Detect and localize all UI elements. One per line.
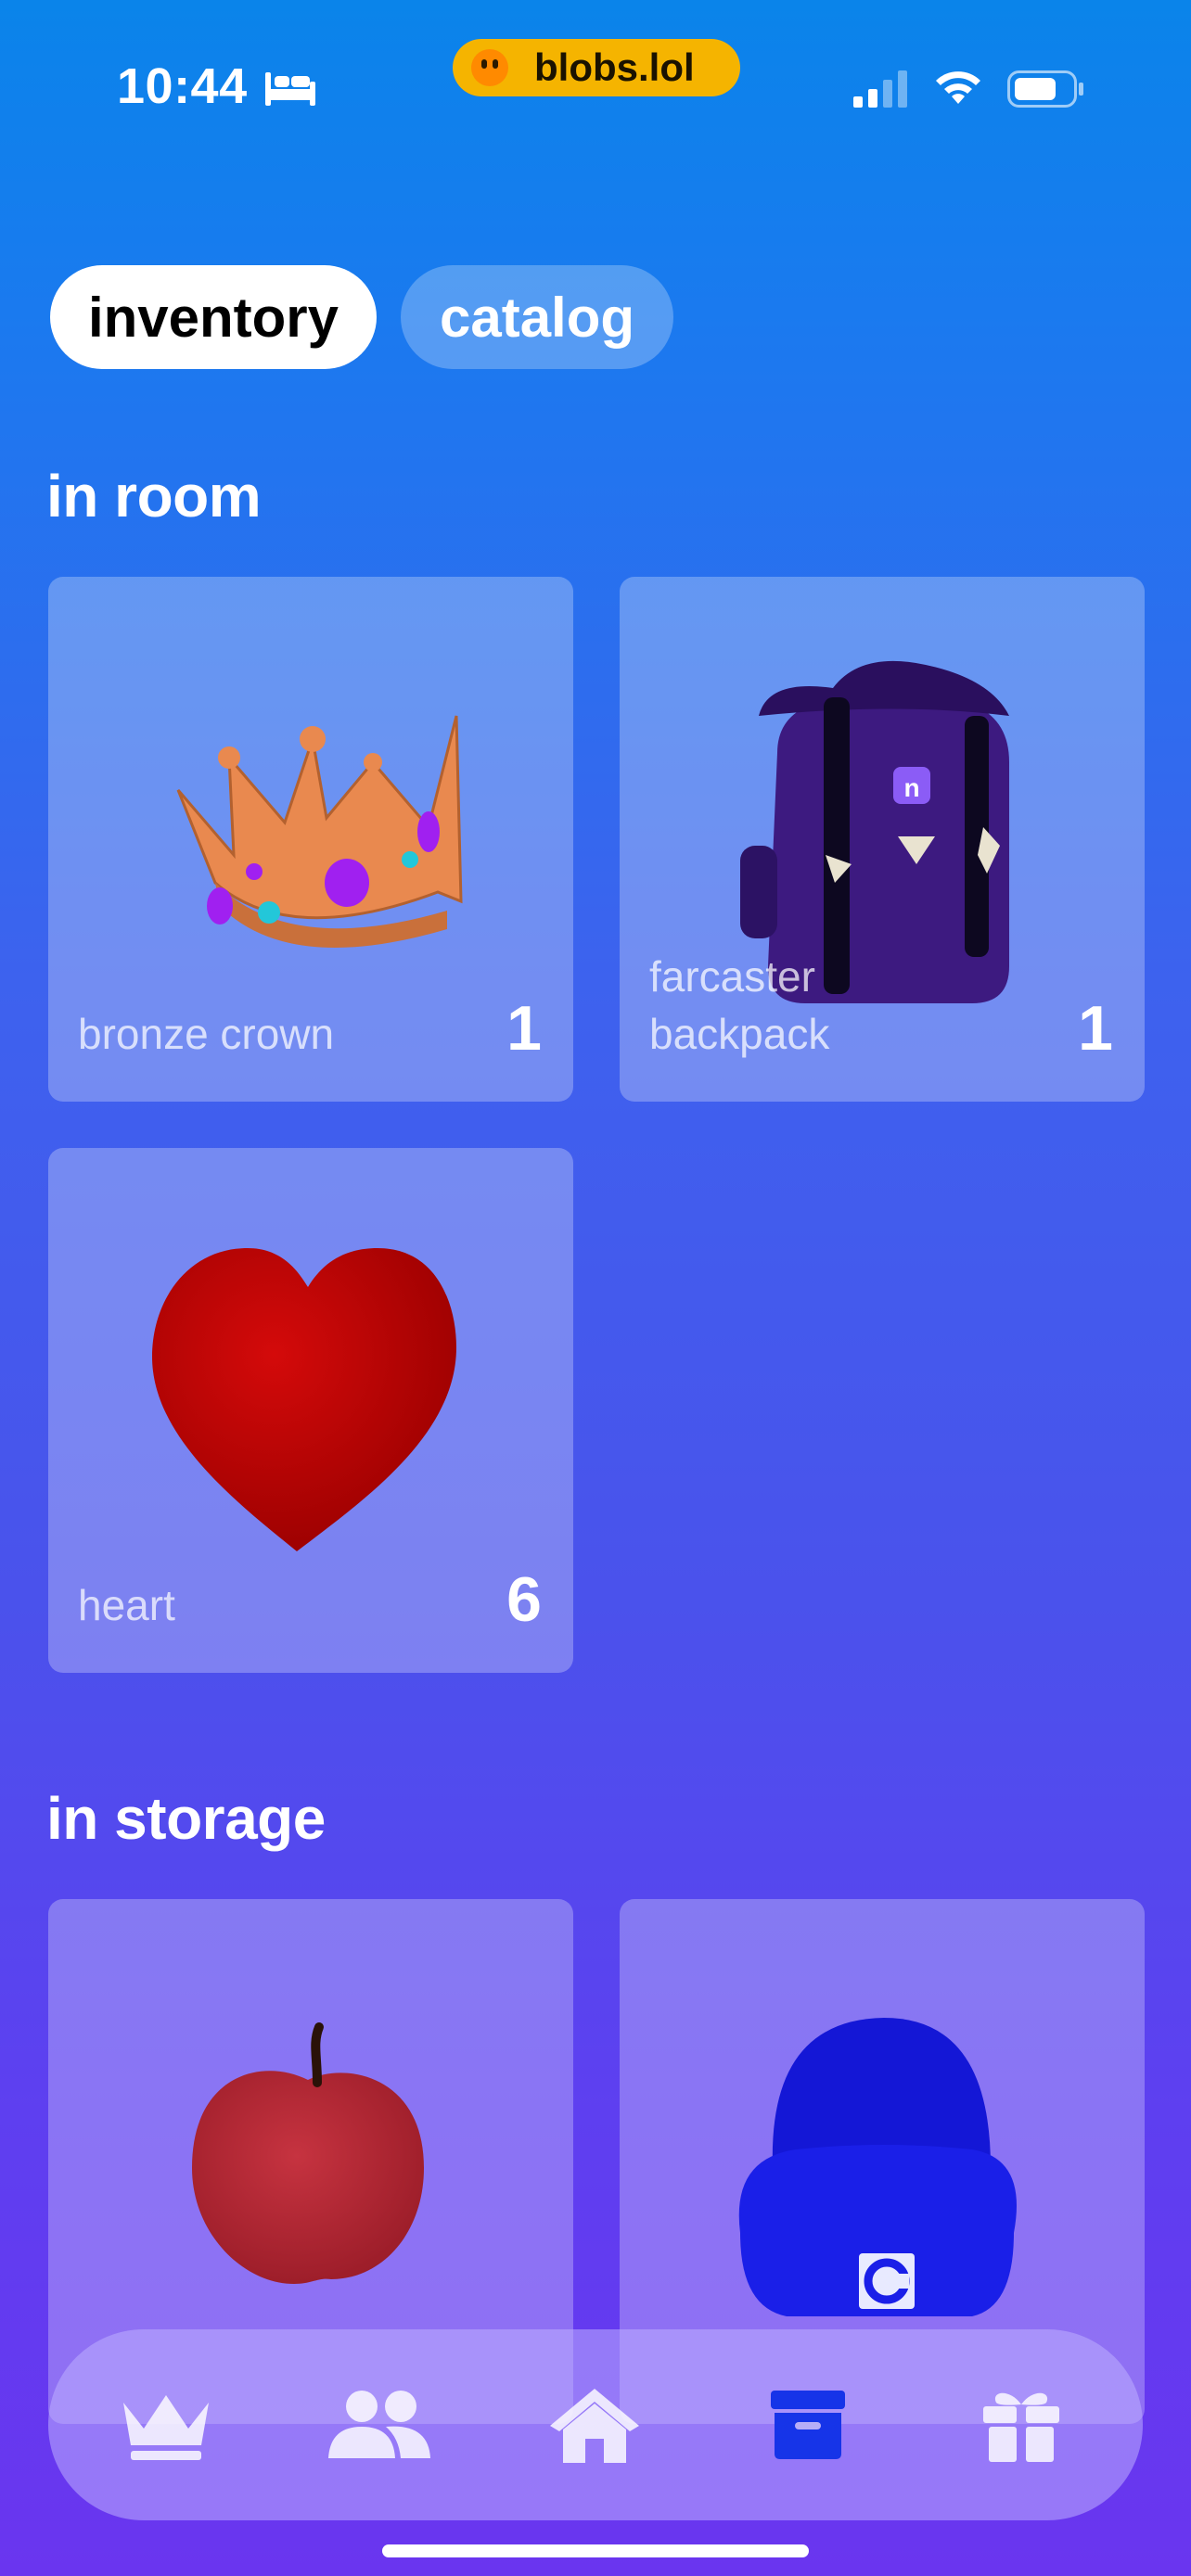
cellular-signal-icon xyxy=(853,70,907,108)
svg-text:n: n xyxy=(903,773,919,802)
battery-icon xyxy=(1007,70,1083,108)
item-count: 6 xyxy=(506,1564,542,1635)
wifi-icon xyxy=(936,71,980,104)
item-name: bronze crown xyxy=(78,1010,335,1058)
bottom-nav xyxy=(48,2329,1143,2520)
app-pill[interactable]: blobs.lol xyxy=(453,39,740,96)
nav-friends-button[interactable] xyxy=(328,2374,430,2476)
section-title-in-storage: in storage xyxy=(46,1785,326,1852)
status-time: 10:44 xyxy=(117,58,248,114)
blob-face-icon xyxy=(471,49,508,86)
app-pill-label: blobs.lol xyxy=(534,45,695,89)
nav-gifts-button[interactable] xyxy=(970,2374,1072,2476)
people-icon xyxy=(328,2391,430,2458)
bed-icon xyxy=(265,72,315,106)
house-icon xyxy=(550,2389,639,2463)
item-card-farcaster-backpack[interactable]: n farcaster backpack 1 xyxy=(620,577,1145,1102)
item-count: 1 xyxy=(1078,993,1113,1064)
nav-crown-button[interactable] xyxy=(115,2374,217,2476)
crown-icon xyxy=(123,2395,209,2460)
nav-home-button[interactable] xyxy=(544,2374,646,2476)
gift-icon xyxy=(983,2392,1059,2462)
item-name: heart xyxy=(78,1581,175,1629)
item-card-bronze-crown[interactable]: bronze crown 1 xyxy=(48,577,573,1102)
item-name: farcaster backpack xyxy=(649,952,830,1058)
item-card-heart[interactable]: heart 6 xyxy=(48,1148,573,1673)
item-count: 1 xyxy=(506,993,542,1064)
archive-box-icon xyxy=(771,2391,845,2459)
tab-inventory[interactable]: inventory xyxy=(50,265,377,369)
tab-catalog[interactable]: catalog xyxy=(401,265,673,369)
nav-storage-button[interactable] xyxy=(757,2374,859,2476)
section-title-in-room: in room xyxy=(46,463,262,529)
home-indicator[interactable] xyxy=(382,2544,809,2557)
